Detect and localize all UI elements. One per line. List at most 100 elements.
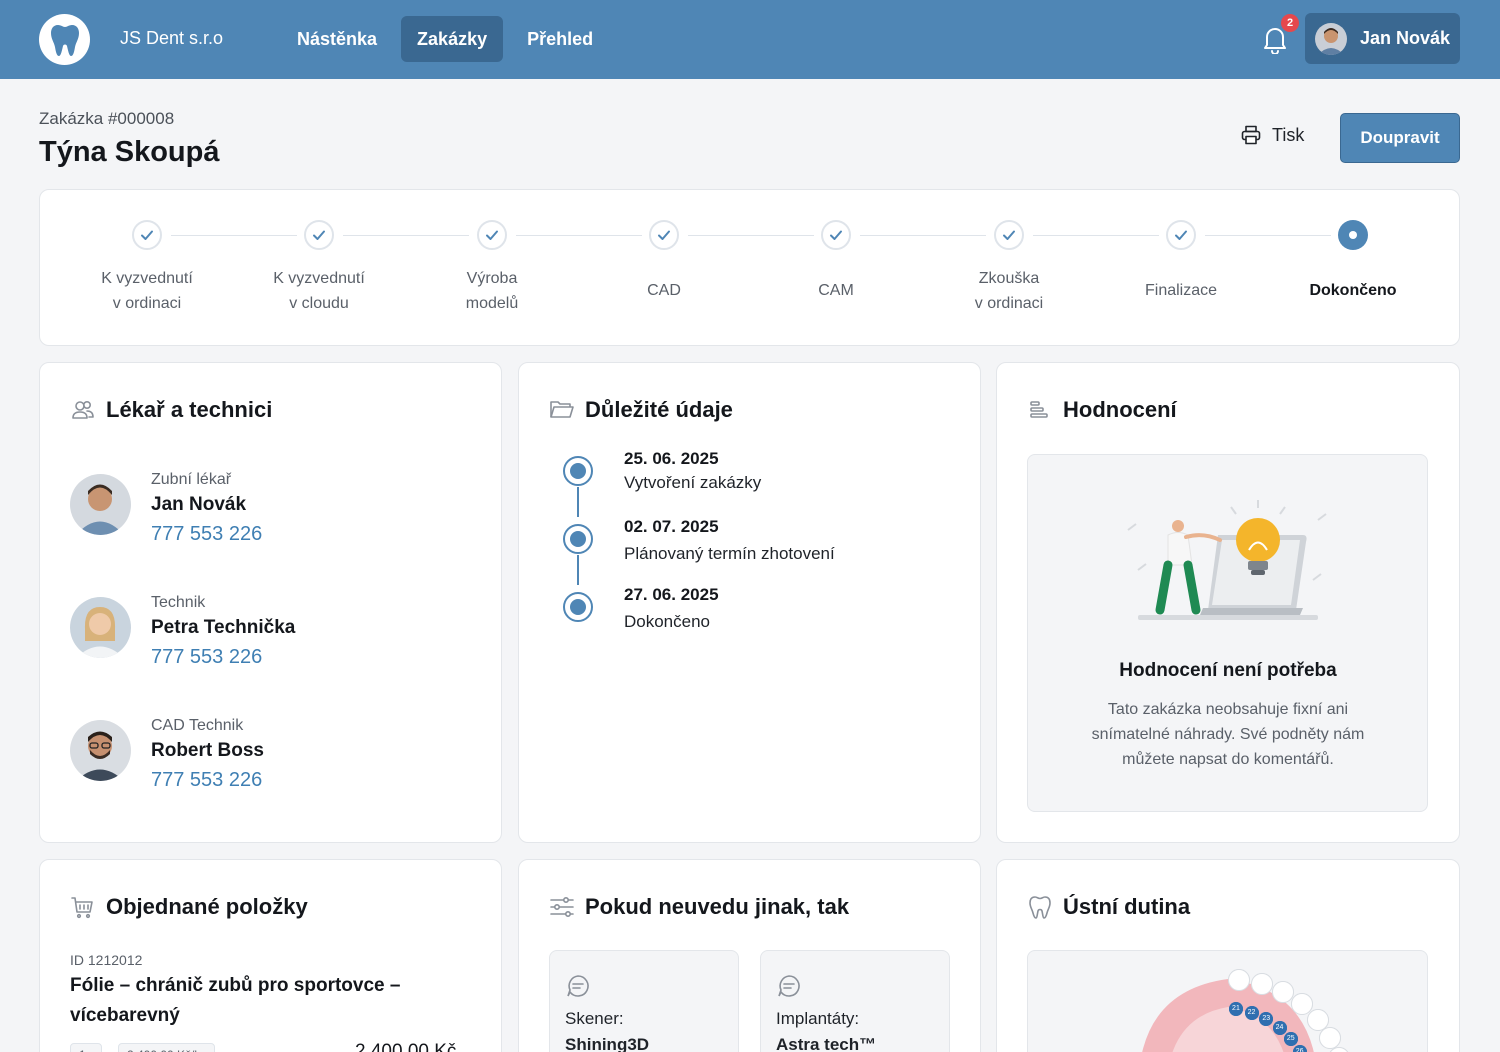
rating-card: Hodnocení Hodnocení není potřeba Tato za… (996, 362, 1460, 843)
card-title: Hodnocení (1027, 397, 1177, 423)
user-menu-button[interactable]: Jan Novák (1305, 13, 1460, 64)
phone-link[interactable]: 777 553 226 (151, 646, 262, 669)
defaults-card: Pokud neuvedu jinak, tak Skener: Shining… (518, 859, 981, 1052)
timeline-dot-icon (563, 524, 593, 554)
default-value: Shining3D (565, 1035, 650, 1052)
company-name: JS Dent s.r.o (120, 28, 224, 48)
card-title-text: Důležité údaje (585, 397, 733, 422)
nav-item-overview[interactable]: Přehled (511, 16, 609, 62)
important-data-card: Důležité údaje 25. 06. 2025 Vytvoření za… (518, 362, 981, 843)
card-title: Lékař a technici (70, 397, 272, 423)
dental-chart[interactable]: 18171615141312112122232425262728 (1027, 950, 1428, 1052)
step-connector (688, 235, 814, 236)
card-title-text: Ústní dutina (1063, 894, 1191, 919)
step-label: Dokončeno (1309, 282, 1397, 299)
top-navigation-bar: JS Dent s.r.o Nástěnka Zakázky Přehled 2… (0, 0, 1500, 79)
check-icon (304, 220, 334, 250)
event-date: 25. 06. 2025 (624, 449, 719, 468)
doctors-card: Lékař a technici Zubní lékař Jan Novák 7… (39, 362, 502, 843)
step-label: K vyzvednutí v cloudu (273, 270, 365, 312)
folder-open-icon (550, 401, 574, 418)
default-value: Astra tech™ (776, 1035, 877, 1052)
avatar (70, 597, 131, 658)
timeline-connector (577, 555, 579, 585)
users-icon (72, 401, 94, 419)
person-name: Robert Boss (151, 740, 264, 761)
tooth-number: 25 (1283, 1031, 1298, 1046)
step-connector (171, 235, 297, 236)
tooth[interactable] (1271, 981, 1294, 1004)
timeline-dot-icon (563, 592, 593, 622)
tooth[interactable] (1228, 968, 1251, 991)
item-price: 2 400,00 Kč (355, 1041, 457, 1052)
event-text: Vytvoření zakázky (624, 473, 762, 492)
event-text: Dokončeno (624, 612, 711, 631)
card-title-text: Pokud neuvedu jinak, tak (585, 894, 850, 919)
nav-item-dashboard[interactable]: Nástěnka (281, 16, 393, 62)
printer-icon (1241, 125, 1261, 145)
rating-description: Tato zakázka neobsahuje fixní ani snímat… (1091, 701, 1365, 768)
default-implants-card: Implantáty: Astra tech™ (760, 950, 950, 1052)
person-role: CAD Technik (151, 717, 244, 734)
check-icon (132, 220, 162, 250)
step-connector (860, 235, 986, 236)
tooth[interactable] (1319, 1027, 1342, 1050)
avatar (70, 720, 131, 781)
phone-link[interactable]: 777 553 226 (151, 523, 262, 546)
timeline-dot-icon (563, 456, 593, 486)
step-label: Finalizace (1144, 282, 1218, 299)
card-title: Pokud neuvedu jinak, tak (549, 894, 849, 920)
person-name: Petra Technička (151, 617, 296, 638)
check-icon (477, 220, 507, 250)
step-connector (516, 235, 642, 236)
check-icon (821, 220, 851, 250)
card-title-text: Objednané položky (106, 894, 308, 919)
item-id: ID 1212012 (70, 952, 143, 968)
teeth-layer: 18171615141312112122232425262728 (1028, 951, 1429, 1052)
user-name: Jan Novák (1360, 28, 1451, 48)
default-label: Skener: (565, 1009, 624, 1028)
tooth-number: 22 (1244, 1005, 1259, 1020)
check-icon (649, 220, 679, 250)
event-date: 27. 06. 2025 (624, 585, 719, 604)
step-label: K vyzvednutí v ordinaci (101, 270, 193, 312)
step-connector (343, 235, 469, 236)
timeline-connector (577, 487, 579, 517)
tooth-number: 23 (1259, 1011, 1274, 1026)
rating-empty-state: Hodnocení není potřeba Tato zakázka neob… (1027, 454, 1428, 812)
tooth[interactable] (1250, 972, 1273, 995)
tooth-number: 21 (1228, 1002, 1243, 1017)
list-icon (1030, 401, 1048, 418)
phone-link[interactable]: 777 553 226 (151, 769, 262, 792)
card-title: Ústní dutina (1027, 894, 1190, 920)
edit-button[interactable]: Doupravit (1340, 113, 1460, 163)
card-title: Důležité údaje (549, 397, 733, 423)
rating-heading: Hodnocení není potřeba (1119, 660, 1337, 681)
print-button[interactable]: Tisk (1240, 124, 1304, 146)
card-title-text: Lékař a technici (106, 397, 273, 422)
avatar (70, 474, 131, 535)
current-step-icon (1338, 220, 1368, 250)
person-name: Jan Novák (151, 494, 247, 515)
main-nav: Nástěnka Zakázky Přehled (281, 16, 609, 62)
comment-icon (567, 975, 589, 997)
person-role: Technik (151, 594, 206, 611)
step-label: CAD (647, 282, 681, 299)
tooth-logo-icon[interactable] (39, 14, 90, 65)
item-name: Fólie – chránič zubů pro sportovce – víc… (70, 975, 401, 1026)
step-label: Výroba modelů (465, 270, 519, 312)
oral-cavity-card: Ústní dutina 181716151413121121222324252… (996, 859, 1460, 1052)
default-label: Implantáty: (776, 1009, 860, 1028)
nav-item-orders[interactable]: Zakázky (401, 16, 504, 62)
default-scanner-card: Skener: Shining3D (549, 950, 739, 1052)
sliders-icon (550, 896, 574, 917)
comment-icon (778, 975, 800, 997)
ordered-items-card: Objednané položky ID 1212012 Fólie – chr… (39, 859, 502, 1052)
step-connector (1205, 235, 1331, 236)
user-avatar (1315, 22, 1347, 55)
card-title-text: Hodnocení (1063, 397, 1177, 422)
order-progress-stepper: K vyzvednutí v ordinaci K vyzvednutí v c… (39, 189, 1460, 346)
order-number: Zakázka #000008 (39, 109, 175, 128)
tooth-icon (1029, 896, 1051, 919)
page-title: Týna Skoupá (39, 136, 220, 168)
